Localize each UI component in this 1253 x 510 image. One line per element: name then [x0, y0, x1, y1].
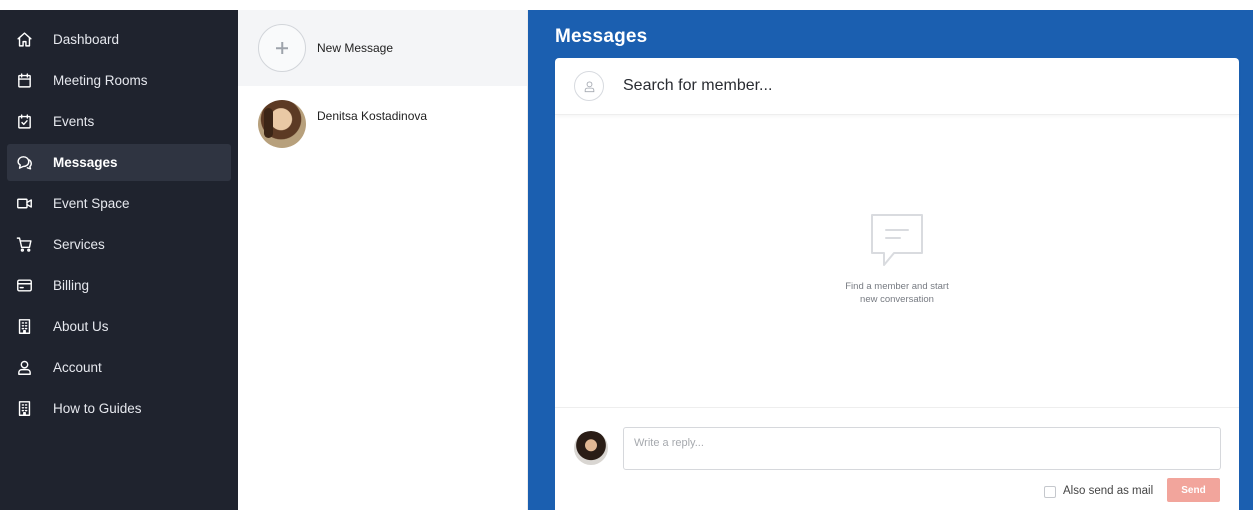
calendar-check-icon [16, 113, 33, 130]
chat-bubbles-icon [16, 154, 33, 171]
conversation-item[interactable]: Denitsa Kostadinova [238, 86, 527, 162]
sidebar-item-about-us[interactable]: About Us [7, 308, 231, 345]
send-button[interactable]: Send [1167, 478, 1220, 502]
sidebar-item-billing[interactable]: Billing [7, 267, 231, 304]
messages-panel: Messages Find a member and start new con… [528, 10, 1253, 510]
send-as-mail-checkbox[interactable] [1044, 486, 1056, 498]
page-title: Messages [555, 26, 648, 47]
sidebar-item-label: Services [53, 237, 105, 252]
sidebar-item-messages[interactable]: Messages [7, 144, 231, 181]
empty-state-line: Find a member and start [845, 281, 949, 292]
sidebar-item-label: About Us [53, 319, 109, 334]
sidebar-item-label: Events [53, 114, 95, 129]
calendar-icon [16, 72, 33, 89]
member-search-bar [555, 58, 1239, 115]
avatar [258, 100, 306, 148]
building-icon [16, 318, 33, 335]
sidebar-item-how-to-guides[interactable]: How to Guides [7, 390, 231, 427]
video-camera-icon [16, 195, 33, 212]
conversation-name: Denitsa Kostadinova [317, 109, 428, 123]
sidebar-item-label: Account [53, 360, 102, 375]
sidebar: Dashboard Meeting Rooms Events Messages … [0, 10, 238, 510]
reply-input[interactable] [623, 427, 1221, 470]
sidebar-item-label: Meeting Rooms [53, 73, 148, 88]
conversation-list: New Message Denitsa Kostadinova [238, 10, 528, 510]
empty-state-text: Find a member and start new conversation [797, 280, 997, 306]
building-icon [16, 400, 33, 417]
user-icon [16, 359, 33, 376]
send-as-mail-label: Also send as mail [1063, 485, 1154, 497]
new-message-label: New Message [317, 41, 394, 55]
sidebar-item-label: How to Guides [53, 401, 142, 416]
sidebar-item-events[interactable]: Events [7, 103, 231, 140]
sidebar-item-event-space[interactable]: Event Space [7, 185, 231, 222]
user-icon [574, 71, 604, 101]
member-search-input[interactable] [623, 77, 1183, 95]
sidebar-item-label: Event Space [53, 196, 130, 211]
reply-area: Also send as mail Send [555, 407, 1239, 510]
credit-card-icon [16, 277, 33, 294]
empty-state-line: new conversation [860, 294, 934, 305]
app-root: Dashboard Meeting Rooms Events Messages … [0, 10, 1253, 510]
sidebar-item-account[interactable]: Account [7, 349, 231, 386]
sidebar-item-label: Dashboard [53, 32, 120, 47]
sidebar-item-services[interactable]: Services [7, 226, 231, 263]
plus-icon [258, 24, 306, 72]
empty-state: Find a member and start new conversation [555, 115, 1239, 407]
sidebar-item-label: Messages [53, 155, 118, 170]
sidebar-item-dashboard[interactable]: Dashboard [7, 21, 231, 58]
shopping-cart-icon [16, 236, 33, 253]
message-card: Find a member and start new conversation… [555, 58, 1239, 510]
sidebar-item-label: Billing [53, 278, 90, 293]
sidebar-item-meeting-rooms[interactable]: Meeting Rooms [7, 62, 231, 99]
new-message-button[interactable]: New Message [238, 10, 527, 86]
home-icon [16, 31, 33, 48]
avatar [574, 431, 608, 465]
chat-bubble-icon [868, 211, 926, 271]
